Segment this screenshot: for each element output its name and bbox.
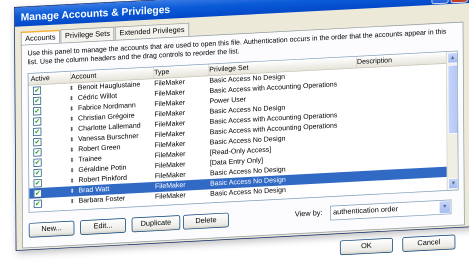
cancel-button[interactable]: Cancel: [402, 234, 456, 252]
duplicate-button[interactable]: Duplicate: [131, 215, 181, 233]
drag-handle-icon[interactable]: ⬍: [67, 104, 74, 115]
active-checkbox[interactable]: ✔: [33, 137, 42, 147]
ok-button[interactable]: OK: [339, 237, 393, 256]
drag-handle-icon[interactable]: ⬍: [67, 166, 75, 177]
view-by-label: View by:: [294, 209, 323, 219]
drag-handle-icon[interactable]: ⬍: [67, 135, 74, 146]
drag-handle-icon[interactable]: ⬍: [67, 83, 74, 94]
active-checkbox[interactable]: ✔: [33, 168, 42, 178]
delete-button[interactable]: Delete: [183, 212, 229, 230]
active-checkbox[interactable]: ✔: [33, 117, 42, 126]
help-icon[interactable]: ?: [431, 0, 449, 5]
close-icon[interactable]: ✕: [450, 0, 468, 4]
active-checkbox[interactable]: ✔: [33, 199, 42, 209]
scroll-up-icon[interactable]: ▲: [447, 52, 458, 64]
scroll-thumb[interactable]: [447, 64, 459, 135]
drag-handle-icon[interactable]: ⬍: [67, 155, 74, 166]
scroll-down-icon[interactable]: ▼: [448, 177, 459, 190]
drag-handle-icon[interactable]: ⬍: [67, 186, 75, 197]
new-button[interactable]: New...: [28, 220, 75, 238]
accounts-panel: Use this panel to manage the accounts th…: [20, 21, 465, 249]
manage-accounts-dialog: Manage Accounts & Privileges ? ✕ Account…: [14, 0, 469, 256]
drag-handle-icon[interactable]: ⬍: [67, 94, 74, 105]
drag-handle-icon[interactable]: ⬍: [67, 145, 74, 156]
drag-handle-icon[interactable]: ⬍: [68, 196, 75, 207]
active-checkbox[interactable]: ✔: [33, 189, 42, 198]
chevron-down-icon[interactable]: ▼: [439, 200, 450, 214]
window-title: Manage Accounts & Privileges: [20, 3, 171, 23]
active-checkbox[interactable]: ✔: [33, 127, 42, 137]
accounts-table: Active Account Type Privilege Set Descri…: [27, 50, 459, 213]
active-checkbox[interactable]: ✔: [32, 86, 42, 95]
screenshot-stage: Manage Accounts & Privileges ? ✕ Account…: [0, 0, 469, 269]
vertical-scrollbar[interactable]: ▲ ▼: [445, 51, 459, 191]
title-bar[interactable]: Manage Accounts & Privileges ? ✕: [14, 0, 469, 27]
active-checkbox[interactable]: ✔: [33, 179, 42, 188]
active-checkbox[interactable]: ✔: [33, 148, 42, 157]
active-checkbox[interactable]: ✔: [33, 158, 42, 167]
edit-button[interactable]: Edit...: [80, 217, 126, 236]
view-by-select[interactable]: authentication order ▼: [330, 199, 452, 221]
account-cell: Barbara Foster: [78, 194, 126, 206]
active-checkbox[interactable]: ✔: [33, 107, 42, 116]
drag-handle-icon[interactable]: ⬍: [67, 176, 75, 187]
type-cell: FileMaker: [154, 191, 186, 202]
active-checkbox[interactable]: ✔: [33, 96, 42, 106]
view-by-value: authentication order: [333, 205, 399, 217]
drag-handle-icon[interactable]: ⬍: [67, 124, 74, 135]
drag-handle-icon[interactable]: ⬍: [67, 114, 74, 125]
